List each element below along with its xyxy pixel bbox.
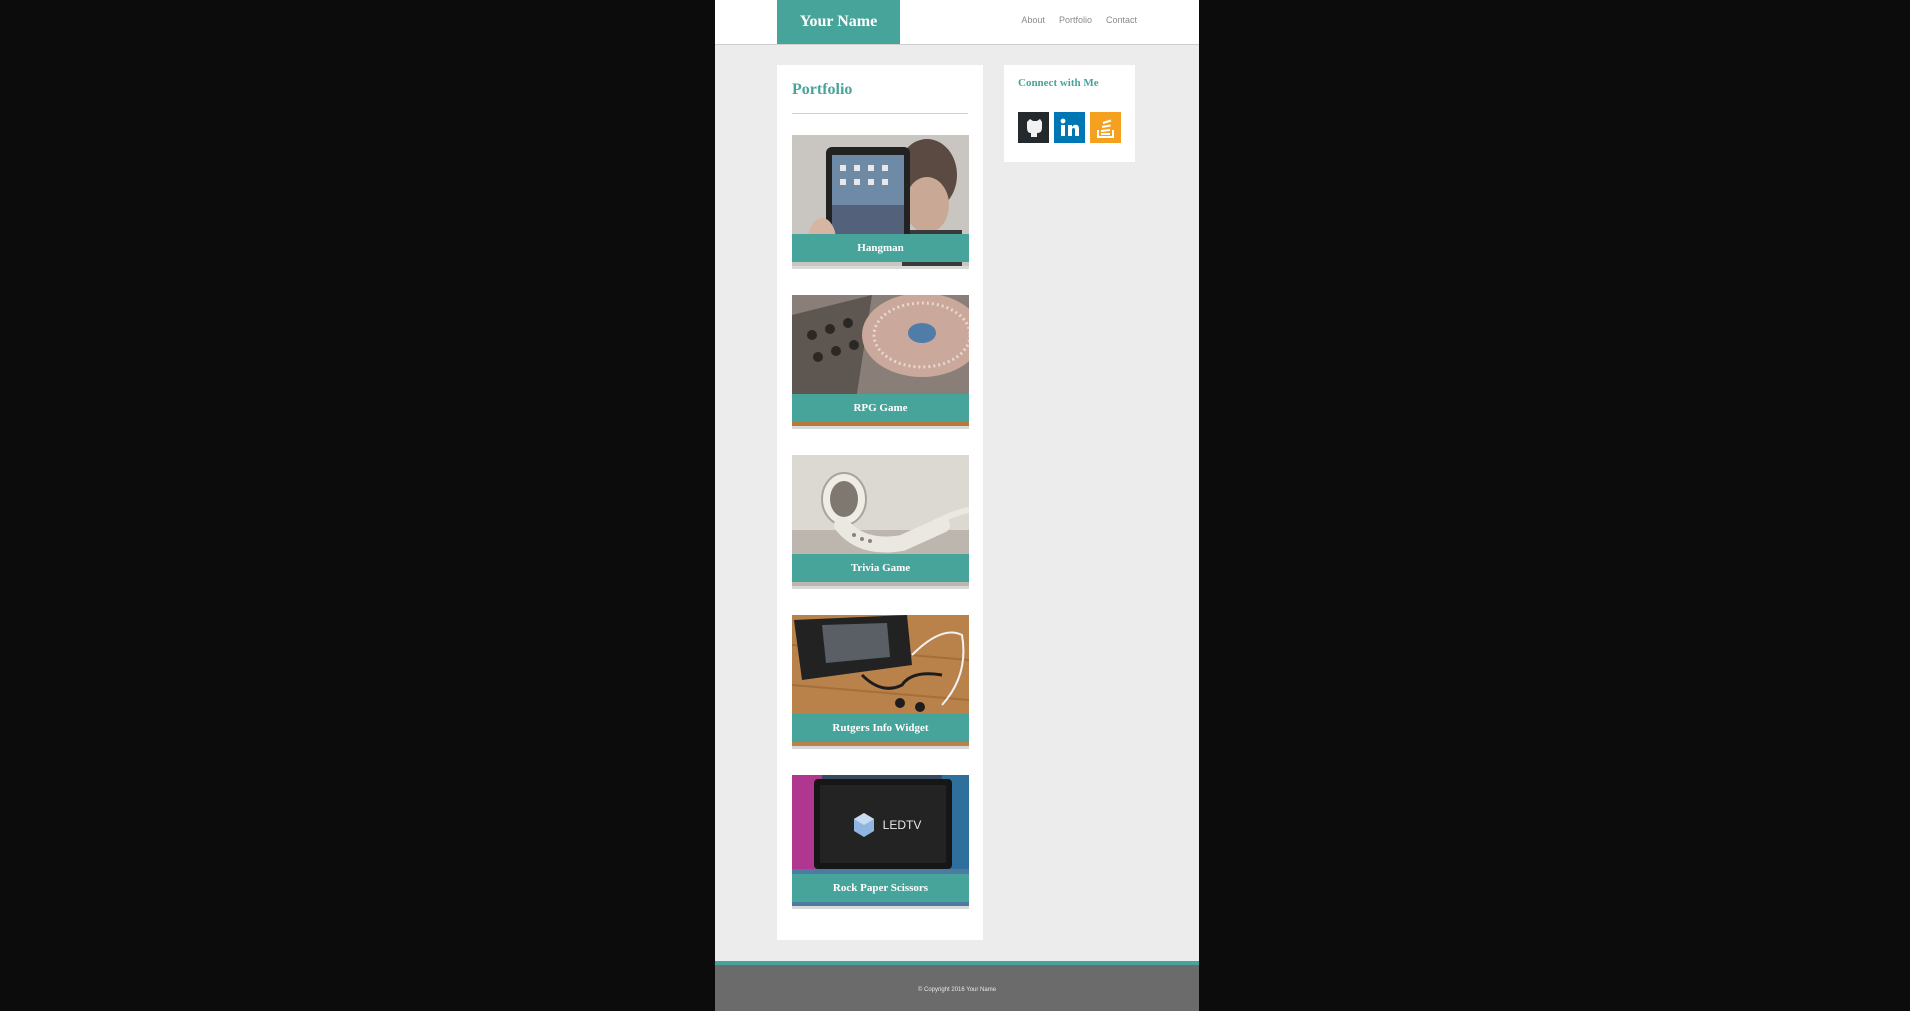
- footer: © Copyright 2016 Your Name: [715, 961, 1199, 1011]
- nav-about[interactable]: About: [1021, 15, 1045, 25]
- card-label: Trivia Game: [792, 554, 969, 582]
- portfolio-card-rutgers-info-widget[interactable]: Rutgers Info Widget: [792, 615, 969, 749]
- header: Your Name About Portfolio Contact: [715, 0, 1199, 45]
- portfolio-card-rpg-game[interactable]: RPG Game: [792, 295, 969, 429]
- divider: [792, 113, 968, 114]
- card-label: Rock Paper Scissors: [792, 874, 969, 902]
- card-label: Hangman: [792, 234, 969, 262]
- copyright-text: © Copyright 2016 Your Name: [917, 987, 997, 993]
- site-container: Your Name About Portfolio Contact Portfo…: [715, 0, 1199, 1011]
- stackoverflow-icon[interactable]: [1090, 112, 1121, 143]
- brand-logo[interactable]: Your Name: [777, 0, 900, 44]
- nav-contact[interactable]: Contact: [1106, 15, 1137, 25]
- portfolio-card-trivia-game[interactable]: Trivia Game: [792, 455, 969, 589]
- portfolio-panel: Portfolio Hangman RPG Game Trivia Game R…: [777, 65, 983, 940]
- portfolio-card-rock-paper-scissors[interactable]: LEDTV Rock Paper Scissors: [792, 775, 969, 909]
- tv-logo-text: LEDTV: [883, 818, 922, 832]
- connect-title: Connect with Me: [1018, 77, 1099, 89]
- portfolio-card-hangman[interactable]: Hangman: [792, 135, 969, 269]
- main-nav: About Portfolio Contact: [1021, 15, 1137, 25]
- portfolio-title: Portfolio: [792, 81, 853, 98]
- github-icon[interactable]: [1018, 112, 1049, 143]
- nav-portfolio[interactable]: Portfolio: [1059, 15, 1092, 25]
- card-label: Rutgers Info Widget: [792, 714, 969, 742]
- card-label: RPG Game: [792, 394, 969, 422]
- linkedin-icon[interactable]: [1054, 112, 1085, 143]
- connect-panel: Connect with Me: [1004, 65, 1135, 162]
